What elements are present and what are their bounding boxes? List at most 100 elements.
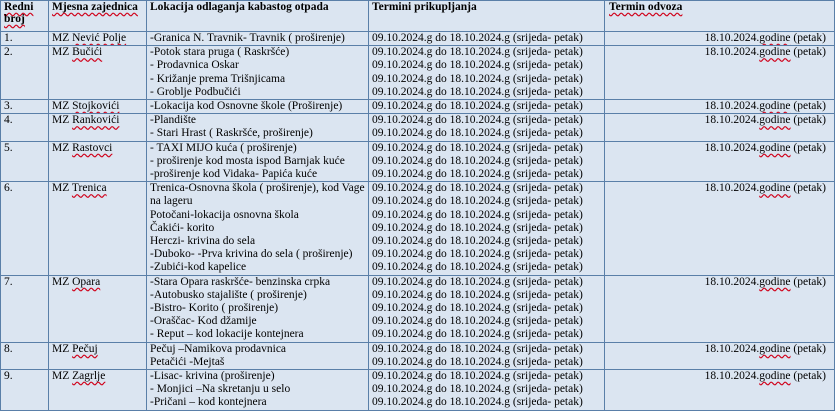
pickup-line: 09.10.2024.g do 18.10.2024.g (srijeda- p… [372, 72, 583, 85]
location-line: -Granica N. Travnik- Travnik ( proširenj… [150, 32, 345, 44]
header-lokacija: Lokacija odlaganja kabastog otpada [146, 0, 369, 32]
pickup-line: 09.10.2024.g do 18.10.2024.g (srijeda- p… [372, 114, 583, 127]
cell-redni-broj: 3. [0, 99, 49, 115]
mz-name: Pečuj [72, 342, 98, 355]
schedule-table: Redni broj Mjesna zajednica Lokacija odl… [0, 0, 835, 411]
cell-lokacija: -Lokacija kod Osnovne škole (Proširenje) [146, 99, 369, 115]
cell-mjesna-zajednica: MZ Stojkovići [48, 99, 147, 115]
cell-termin-odvoza: 18.10.2024.godine (petak) [604, 274, 835, 343]
pickup-line: 09.10.2024.g do 18.10.2024.g (srijeda- p… [372, 342, 583, 355]
table-row: 8. MZ Pečuj Pečuj –Namikova prodavnica Peta… [0, 341, 835, 371]
cell-lokacija: -Stara Opara raskršće- benzinska crpka -A… [146, 274, 369, 343]
location-line: na lageru [150, 195, 193, 208]
pickup-line: 09.10.2024.g do 18.10.2024.g (srijeda- p… [372, 195, 583, 208]
removal-word: godine [759, 182, 791, 195]
mz-name: Rankovići [72, 114, 120, 127]
cell-termin-odvoza: 18.10.2024.godine (petak) [604, 341, 835, 371]
removal-word: godine [759, 100, 791, 113]
table-row: 5. MZ Rastovci - TAXI MIJO kuća ( proširen… [0, 140, 835, 183]
removal-word: godine [759, 32, 791, 44]
table-row: 9. MZ Zagrlje -Lisac- krivina (proširenje)… [0, 369, 835, 411]
location-line: - Prodavnica Oskar [150, 59, 239, 72]
pickup-line: 09.10.2024.g do 18.10.2024.g (srijeda- p… [372, 100, 583, 113]
header-termini-prikupljanja: Termini prikupljanja [368, 0, 605, 32]
location-line: Trenica-Osnovna škola ( proširenje), kod… [150, 182, 365, 195]
mz-name: Zagrlje [72, 370, 106, 383]
location-line: Petačići -Mejtaš [150, 355, 225, 368]
cell-lokacija: -Granica N. Travnik- Travnik ( proširenj… [146, 30, 369, 47]
cell-mjesna-zajednica: MZ Rastovci [48, 140, 147, 183]
mz-name: Bučići [72, 46, 103, 59]
location-line: Pečuj –Namikova prodavnica [150, 342, 287, 355]
cell-redni-broj: 4. [0, 113, 49, 142]
pickup-line: 09.10.2024.g do 18.10.2024.g (srijeda- p… [372, 261, 583, 274]
location-line: -Pričani – kod kontejnera [150, 396, 267, 409]
cell-mjesna-zajednica: MZ Zagrlje [48, 369, 147, 411]
pickup-line: 09.10.2024.g do 18.10.2024.g (srijeda- p… [372, 154, 583, 167]
cell-termini-prikupljanja: 09.10.2024.g do 18.10.2024.g (srijeda- p… [368, 274, 605, 343]
location-line: - proširenje kod mosta ispod Barnjak kuć… [150, 154, 345, 167]
pickup-line: 09.10.2024.g do 18.10.2024.g (srijeda- p… [372, 328, 583, 341]
cell-redni-broj: 6. [0, 181, 49, 276]
cell-redni-broj: 8. [0, 341, 49, 371]
location-line: -Zubići-kod kapelice [150, 261, 247, 274]
cell-redni-broj: 2. [0, 45, 49, 101]
header-termin-odvoza: Termin odvoza [604, 0, 835, 32]
pickup-line: 09.10.2024.g do 18.10.2024.g (srijeda- p… [372, 127, 583, 140]
pickup-line: 09.10.2024.g do 18.10.2024.g (srijeda- p… [372, 396, 583, 409]
location-line: -Autobusko stajalište ( proširenje) [150, 288, 307, 301]
cell-redni-broj: 5. [0, 140, 49, 183]
table-row: 1. MZ Nević Polje -Granica N. Travnik- Tra… [0, 30, 835, 47]
cell-mjesna-zajednica: MZ Rankovići [48, 113, 147, 142]
cell-termini-prikupljanja: 09.10.2024.g do 18.10.2024.g (srijeda- p… [368, 99, 605, 115]
table-row: 4. MZ Rankovići -Plandište - Stari Hrast ( … [0, 113, 835, 142]
location-line: Herczi- krivina do sela [150, 235, 256, 248]
table-row: 7. MZ Opara -Stara Opara raskršće- benzins… [0, 274, 835, 343]
cell-termin-odvoza: 18.10.2024.godine (petak) [604, 99, 835, 115]
pickup-line: 09.10.2024.g do 18.10.2024.g (srijeda- p… [372, 59, 583, 72]
location-line: - Groblje Podbučići [150, 85, 241, 98]
removal-word: godine [759, 370, 791, 383]
cell-termini-prikupljanja: 09.10.2024.g do 18.10.2024.g (srijeda- p… [368, 341, 605, 371]
cell-lokacija: -Plandište - Stari Hrast ( Raskršće, proš… [146, 113, 369, 142]
location-line: -Bistro- Korito ( proširenje) [150, 302, 279, 315]
pickup-line: 09.10.2024.g do 18.10.2024.g (srijeda- p… [372, 46, 583, 59]
cell-termin-odvoza: 18.10.2024.godine (petak) [604, 140, 835, 183]
location-line: -proširenje kod Vidaka- Papića kuće [150, 168, 318, 181]
pickup-line: 09.10.2024.g do 18.10.2024.g (srijeda- p… [372, 85, 583, 98]
removal-word: godine [759, 275, 791, 288]
pickup-line: 09.10.2024.g do 18.10.2024.g (srijeda- p… [372, 248, 583, 261]
header-row: Redni broj Mjesna zajednica Lokacija odl… [0, 0, 835, 32]
location-line: -Lokacija kod Osnovne škole (Proširenje) [150, 100, 343, 113]
location-line: -Potok stara pruga ( Raskršće) [150, 46, 290, 59]
location-line: -Stara Opara raskršće- benzinska crpka [150, 275, 331, 288]
cell-lokacija: - TAXI MIJO kuća ( proširenje) - proširen… [146, 140, 369, 183]
location-line: - TAXI MIJO kuća ( proširenje) [150, 141, 297, 154]
mz-name: Stojkovići [72, 100, 120, 113]
cell-termini-prikupljanja: 09.10.2024.g do 18.10.2024.g (srijeda- p… [368, 45, 605, 101]
table-row: 3. MZ Stojkovići -Lokacija kod Osnovne ško… [0, 99, 835, 115]
cell-mjesna-zajednica: MZ Nević Polje [48, 30, 147, 47]
cell-termini-prikupljanja: 09.10.2024.g do 18.10.2024.g (srijeda- p… [368, 369, 605, 411]
cell-lokacija: Trenica-Osnovna škola ( proširenje), kod… [146, 181, 369, 276]
cell-redni-broj: 9. [0, 369, 49, 411]
cell-mjesna-zajednica: MZ Pečuj [48, 341, 147, 371]
cell-termin-odvoza: 18.10.2024.godine (petak) [604, 369, 835, 411]
location-line: - Reput – kod lokacije kontejnera [150, 328, 304, 341]
cell-termin-odvoza: 18.10.2024.godine (petak) [604, 30, 835, 47]
cell-termin-odvoza: 18.10.2024.godine (petak) [604, 181, 835, 276]
pickup-line: 09.10.2024.g do 18.10.2024.g (srijeda- p… [372, 235, 583, 248]
cell-lokacija: -Lisac- krivina (proširenje) - Monjici –N… [146, 369, 369, 411]
location-line: - Stari Hrast ( Raskršće, proširenje) [150, 127, 313, 140]
cell-mjesna-zajednica: MZ Trenica [48, 181, 147, 276]
location-line: Potočani-lokacija osnovna škola [150, 208, 299, 221]
pickup-line: 09.10.2024.g do 18.10.2024.g (srijeda- p… [372, 32, 583, 44]
pickup-line: 09.10.2024.g do 18.10.2024.g (srijeda- p… [372, 275, 583, 288]
cell-redni-broj: 1. [0, 30, 49, 47]
removal-word: godine [759, 114, 791, 127]
location-line: Čakići- korito [150, 221, 215, 234]
location-line: - Monjici –Na skretanju u selo [150, 383, 291, 396]
pickup-line: 09.10.2024.g do 18.10.2024.g (srijeda- p… [372, 302, 583, 315]
pickup-line: 09.10.2024.g do 18.10.2024.g (srijeda- p… [372, 182, 583, 195]
table-row: 6. MZ Trenica Trenica-Osnovna škola ( proš… [0, 181, 835, 276]
